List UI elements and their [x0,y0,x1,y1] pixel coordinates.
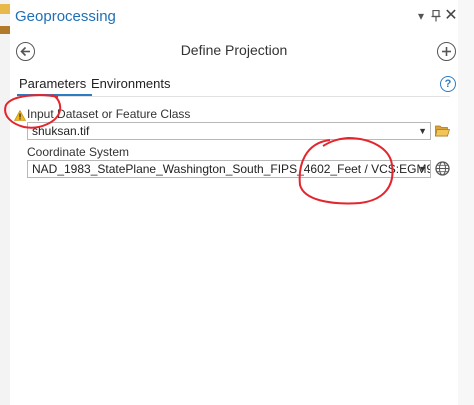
input-dataset-value: shuksan.tif [32,124,90,138]
tabs-divider [17,96,450,97]
globe-icon[interactable] [435,161,450,181]
close-icon[interactable]: ✕ [444,8,458,24]
active-tab-indicator [17,94,92,96]
add-icon[interactable] [437,42,456,61]
dropdown-icon[interactable]: ▼ [418,123,427,139]
warning-icon [13,108,27,126]
tab-environments[interactable]: Environments [91,76,170,91]
tool-title: Define Projection [180,42,288,58]
coordinate-system-label: Coordinate System [27,145,130,159]
dropdown-icon[interactable]: ▼ [418,161,427,177]
tool-header: Define Projection [10,36,458,66]
tab-parameters[interactable]: Parameters [19,76,86,91]
pin-icon[interactable] [429,9,443,23]
coordinate-system-field[interactable]: NAD_1983_StatePlane_Washington_South_FIP… [27,160,431,178]
coordinate-system-value: NAD_1983_StatePlane_Washington_South_FIP… [32,162,431,176]
input-dataset-field[interactable]: shuksan.tif ▼ [27,122,431,140]
pane-title-bar: Geoprocessing ▾ ✕ [10,0,458,34]
background-app-right-edge [457,0,474,405]
dropdown-icon[interactable]: ▾ [414,9,428,23]
background-icon-fragment [0,4,10,14]
background-icon-fragment [0,26,10,34]
pane-title: Geoprocessing [15,8,116,25]
input-dataset-label: Input Dataset or Feature Class [27,107,191,121]
folder-icon[interactable] [435,124,450,142]
help-icon[interactable]: ? [440,76,456,92]
geoprocessing-pane: Geoprocessing ▾ ✕ Define Projection Para… [10,0,458,405]
